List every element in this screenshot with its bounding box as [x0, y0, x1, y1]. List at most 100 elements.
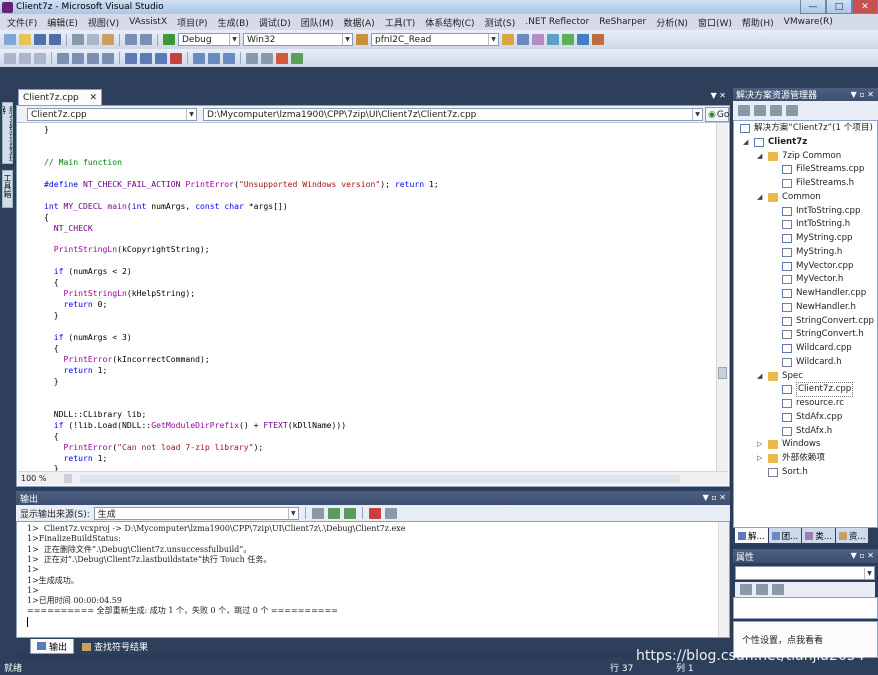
tab-resource-view[interactable]: 资... — [835, 528, 869, 543]
menu-item-5[interactable]: 生成(B) — [213, 16, 254, 29]
toolbar-tool-icon-7[interactable] — [592, 34, 604, 45]
editor-pane-buttons[interactable]: ▼ ✕ — [711, 91, 726, 100]
menu-item-3[interactable]: VAssistX — [124, 17, 172, 27]
tree-item[interactable]: ◢ Spec — [757, 370, 803, 383]
tab-client7z-cpp[interactable]: Client7z.cpp ✕ — [18, 89, 102, 105]
code-line[interactable]: { — [44, 431, 59, 442]
menu-item-6[interactable]: 调试(D) — [254, 16, 296, 29]
tree-item[interactable]: ▷ Windows — [757, 438, 820, 451]
code-line[interactable]: // Main function — [44, 157, 122, 168]
expand-toggle-icon[interactable]: ▷ — [757, 452, 762, 465]
tree-item[interactable]: resource.rc — [782, 397, 844, 410]
redo-icon[interactable] — [140, 34, 152, 45]
output-text-area[interactable]: 1> Client7z.vcxproj -> D:\Mycomputer\lzm… — [16, 521, 730, 638]
prev-message-icon[interactable] — [327, 507, 340, 519]
comment-icon[interactable] — [87, 52, 99, 64]
open-file-icon[interactable] — [19, 34, 31, 45]
menu-item-16[interactable]: 帮助(H) — [737, 16, 779, 29]
start-debugging-icon[interactable] — [163, 34, 175, 45]
menu-item-9[interactable]: 工具(T) — [380, 16, 421, 29]
toolbar-tool-icon-4[interactable] — [547, 34, 559, 45]
tree-item[interactable]: NewHandler.cpp — [782, 287, 866, 300]
go-button[interactable]: ◉ Go — [705, 107, 729, 122]
code-line[interactable]: } — [44, 463, 59, 471]
properties-grid[interactable] — [733, 597, 878, 619]
close-tab-icon[interactable]: ✕ — [89, 93, 97, 103]
format-icon-4[interactable] — [193, 52, 205, 64]
code-line[interactable]: PrintStringLn(kHelpString); — [44, 288, 195, 299]
toolbar-tool-icon-3[interactable] — [532, 34, 544, 45]
property-pages-icon[interactable] — [772, 584, 784, 595]
tab-solution-explorer[interactable]: 解... — [735, 528, 768, 543]
format-icon-5[interactable] — [208, 52, 220, 64]
alphabetical-icon[interactable] — [756, 584, 768, 595]
toolbar-tool-icon-5[interactable] — [562, 34, 574, 45]
code-line[interactable]: return 1; — [44, 365, 107, 376]
code-line[interactable]: PrintError("Can not load 7-zip library")… — [44, 442, 263, 453]
tab-team-explorer[interactable]: 团... — [768, 528, 802, 543]
output-pane-buttons[interactable]: ▼ ▫ ✕ — [703, 493, 726, 502]
expand-toggle-icon[interactable]: ▷ — [757, 438, 762, 451]
code-line[interactable]: int MY_CDECL main(int numArgs, const cha… — [44, 201, 288, 212]
format-icon-3[interactable] — [34, 52, 46, 64]
properties-object-combo[interactable]: ▼ — [735, 566, 875, 580]
tree-item[interactable]: IntToString.cpp — [782, 205, 860, 218]
find-in-files-icon[interactable] — [356, 34, 368, 45]
tree-item[interactable]: NewHandler.h — [782, 301, 856, 314]
close-button[interactable]: ✕ — [852, 0, 878, 14]
tree-item[interactable]: Client7z.cpp — [782, 382, 854, 398]
tree-item[interactable]: MyString.cpp — [782, 232, 853, 245]
menu-item-1[interactable]: 编辑(E) — [42, 16, 83, 29]
tree-item[interactable]: MyVector.cpp — [782, 260, 853, 273]
code-line[interactable]: if (!lib.Load(NDLL::GetModuleDirPrefix()… — [44, 420, 346, 431]
tree-item[interactable]: MyVector.h — [782, 273, 843, 286]
code-line[interactable]: #define NT_CHECK_FAIL_ACTION PrintError(… — [44, 179, 439, 190]
tree-item[interactable]: ▷ 外部依赖项 — [757, 452, 825, 465]
tree-item[interactable]: StringConvert.cpp — [782, 315, 874, 328]
clear-bookmarks-icon[interactable] — [170, 52, 182, 64]
code-line[interactable]: return 1; — [44, 453, 107, 464]
tree-item[interactable]: StringConvert.h — [782, 328, 864, 341]
zoom-level[interactable]: 100 % — [21, 474, 46, 483]
paste-icon[interactable] — [102, 34, 114, 45]
maximize-button[interactable]: □ — [826, 0, 852, 14]
menu-item-11[interactable]: 测试(S) — [480, 16, 521, 29]
menu-item-13[interactable]: ReSharper — [594, 17, 651, 27]
tree-item[interactable]: StdAfx.cpp — [782, 411, 842, 424]
code-line[interactable]: { — [44, 343, 59, 354]
format-icon-10[interactable] — [291, 52, 303, 64]
code-line[interactable]: } — [44, 310, 59, 321]
next-bookmark-icon[interactable] — [155, 52, 167, 64]
tab-output[interactable]: 输出 — [30, 639, 75, 654]
tree-item[interactable]: 解决方案“Client7z”(1 个项目) — [740, 122, 873, 135]
show-all-files-icon[interactable] — [754, 105, 766, 116]
cut-icon[interactable] — [72, 34, 84, 45]
tree-item[interactable]: StdAfx.h — [782, 425, 832, 438]
uncomment-icon[interactable] — [102, 52, 114, 64]
format-icon-9[interactable] — [276, 52, 288, 64]
tree-item[interactable]: ◢ Common — [757, 191, 821, 204]
expand-toggle-icon[interactable]: ◢ — [757, 150, 762, 163]
expand-toggle-icon[interactable]: ◢ — [743, 136, 748, 149]
refresh-icon[interactable] — [770, 105, 782, 116]
view-class-diagram-icon[interactable] — [786, 105, 798, 116]
tree-item[interactable]: Sort.h — [768, 466, 808, 479]
tree-item[interactable]: MyString.h — [782, 246, 842, 259]
menu-item-17[interactable]: VMware(R) — [779, 17, 838, 27]
save-all-icon[interactable] — [49, 34, 61, 45]
solution-config-combo[interactable]: Debug ▼ — [178, 33, 240, 46]
tab-class-view[interactable]: 类... — [802, 528, 835, 543]
format-icon-1[interactable] — [4, 52, 16, 64]
bookmark-icon[interactable] — [125, 52, 137, 64]
format-icon-8[interactable] — [261, 52, 273, 64]
menu-item-14[interactable]: 分析(N) — [651, 16, 693, 29]
code-line[interactable]: if (numArgs < 3) — [44, 332, 132, 343]
indent-icon[interactable] — [57, 52, 69, 64]
menu-item-10[interactable]: 体系结构(C) — [420, 16, 479, 29]
toolbar-tool-icon-6[interactable] — [577, 34, 589, 45]
tree-item[interactable]: FileStreams.h — [782, 177, 854, 190]
code-line[interactable]: NDLL::CLibrary lib; — [44, 409, 147, 420]
toolbar-tool-icon-1[interactable] — [502, 34, 514, 45]
expand-toggle-icon[interactable]: ◢ — [757, 370, 762, 383]
menu-item-2[interactable]: 视图(V) — [83, 16, 124, 29]
